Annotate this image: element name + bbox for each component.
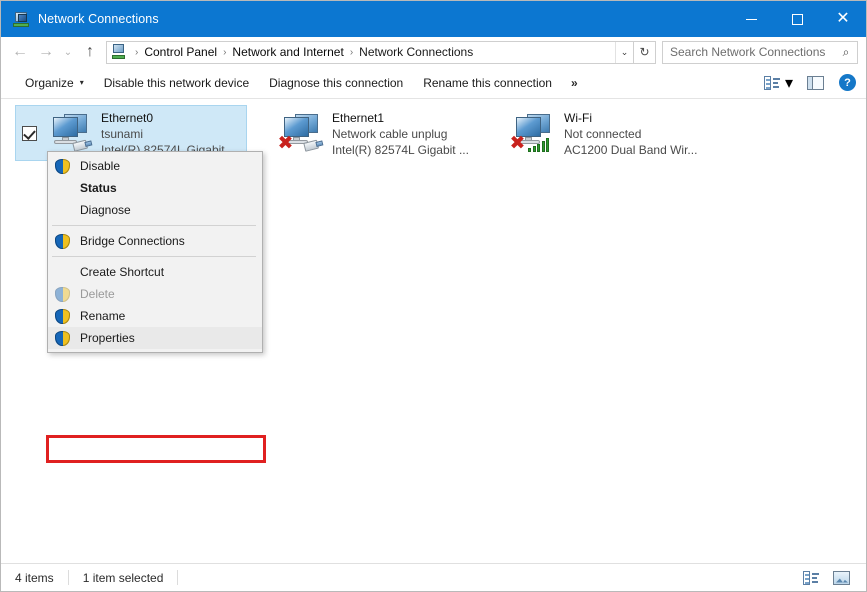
list-item-text: Wi-Fi Not connected AC1200 Dual Band Wir…: [564, 108, 705, 158]
ethernet-connected-icon: [46, 111, 96, 155]
search-icon: ⌕: [835, 45, 857, 60]
change-view-button[interactable]: ▾: [758, 69, 799, 97]
item-count-label: 4 items: [15, 571, 54, 585]
chevron-down-icon[interactable]: ⌄: [615, 42, 633, 63]
status-divider: [177, 570, 178, 585]
breadcrumb-separator: ›: [347, 47, 356, 58]
menu-item-label: Rename: [80, 309, 125, 323]
organize-button[interactable]: Organize ▾: [15, 72, 94, 94]
menu-item-label: Bridge Connections: [80, 234, 185, 248]
breadcrumb-separator: ›: [220, 47, 229, 58]
forward-button[interactable]: →: [33, 39, 59, 65]
list-item-text: Ethernet1 Network cable unplug Intel(R) …: [332, 108, 473, 158]
up-button[interactable]: ↑: [77, 39, 103, 65]
breadcrumb-item-network-connections[interactable]: Network Connections: [356, 45, 476, 59]
maximize-icon: [792, 14, 803, 25]
organize-label: Organize: [25, 76, 74, 90]
details-view-button[interactable]: [799, 568, 823, 588]
content-area: Ethernet0 tsunami Intel(R) 82574L Gigabi…: [1, 99, 866, 563]
details-view-icon: [803, 571, 819, 585]
menu-separator: [52, 225, 256, 226]
maximize-button[interactable]: [774, 1, 820, 37]
connection-status: tsunami: [101, 126, 240, 142]
error-x-icon: ✖: [509, 135, 526, 152]
diagnose-connection-button[interactable]: Diagnose this connection: [259, 72, 413, 94]
menu-item-delete: Delete: [48, 283, 262, 305]
connection-status: Network cable unplug: [332, 126, 473, 142]
recent-locations-button[interactable]: ⌄: [59, 39, 77, 65]
context-menu: Disable Status Diagnose Bridge Connectio…: [47, 151, 263, 353]
explorer-window: Network Connections ✕ ← → ⌄ ↑ › Control …: [0, 0, 867, 592]
command-bar-right: ▾ ?: [758, 69, 866, 97]
connection-name: Ethernet1: [332, 110, 473, 126]
menu-separator: [52, 256, 256, 257]
breadcrumb[interactable]: › Control Panel › Network and Internet ›…: [106, 41, 634, 64]
shield-icon: [55, 159, 70, 174]
connection-device: AC1200 Dual Band Wir...: [564, 142, 705, 158]
breadcrumb-separator: ›: [132, 47, 141, 58]
error-x-icon: ✖: [277, 135, 294, 152]
menu-item-label: Status: [80, 181, 117, 195]
minimize-icon: [746, 19, 757, 20]
connection-status: Not connected: [564, 126, 705, 142]
breadcrumb-folder-icon: [111, 44, 127, 60]
breadcrumb-item-network-and-internet[interactable]: Network and Internet: [229, 45, 346, 59]
window-title: Network Connections: [38, 12, 159, 26]
back-button[interactable]: ←: [7, 39, 33, 65]
shield-icon: [55, 287, 70, 302]
chevron-down-icon: ▾: [785, 73, 793, 93]
status-bar-view-buttons: [799, 568, 866, 588]
close-button[interactable]: ✕: [820, 1, 866, 37]
close-icon: ✕: [836, 11, 849, 27]
connection-name: Wi-Fi: [564, 110, 705, 126]
menu-item-create-shortcut[interactable]: Create Shortcut: [48, 261, 262, 283]
search-box[interactable]: Search Network Connections ⌕: [662, 41, 858, 64]
wifi-disconnected-icon: ✖: [509, 111, 559, 155]
window-controls: ✕: [728, 1, 866, 37]
details-view-icon: [764, 76, 780, 90]
list-item[interactable]: ✖ Ethernet1 Network cable unplug Intel(R…: [247, 105, 479, 161]
command-bar: Organize ▾ Disable this network device D…: [1, 67, 866, 99]
network-connections-icon: [13, 11, 29, 27]
toolbar-overflow-button[interactable]: »: [562, 72, 587, 94]
menu-item-label: Disable: [80, 159, 120, 173]
status-bar: 4 items 1 item selected: [1, 563, 866, 591]
menu-item-bridge-connections[interactable]: Bridge Connections: [48, 230, 262, 252]
large-icons-view-button[interactable]: [829, 568, 854, 588]
selection-label: 1 item selected: [83, 571, 164, 585]
minimize-button[interactable]: [728, 1, 774, 37]
title-bar: Network Connections ✕: [1, 1, 866, 37]
menu-item-label: Create Shortcut: [80, 265, 164, 279]
menu-item-label: Delete: [80, 287, 115, 301]
menu-item-diagnose[interactable]: Diagnose: [48, 199, 262, 221]
menu-item-rename[interactable]: Rename: [48, 305, 262, 327]
menu-item-status[interactable]: Status: [48, 177, 262, 199]
connection-name: Ethernet0: [101, 110, 240, 126]
menu-item-label: Properties: [80, 331, 135, 345]
chevron-down-icon: ▾: [80, 78, 84, 87]
item-checkbox[interactable]: [22, 126, 37, 141]
menu-item-properties[interactable]: Properties: [48, 327, 262, 349]
shield-icon: [55, 331, 70, 346]
large-icons-view-icon: [833, 571, 850, 585]
properties-highlight-annotation: [46, 435, 266, 463]
list-item[interactable]: ✖ Wi-Fi Not connected AC1200 Dual Band W…: [479, 105, 711, 161]
status-divider: [68, 570, 69, 585]
search-input[interactable]: Search Network Connections: [663, 45, 835, 59]
breadcrumb-item-control-panel[interactable]: Control Panel: [141, 45, 220, 59]
refresh-button[interactable]: ↻: [634, 41, 656, 64]
rename-connection-button[interactable]: Rename this connection: [413, 72, 562, 94]
address-bar: ← → ⌄ ↑ › Control Panel › Network and In…: [1, 37, 866, 67]
menu-item-disable[interactable]: Disable: [48, 155, 262, 177]
preview-pane-button[interactable]: [801, 72, 830, 94]
help-button[interactable]: ?: [839, 74, 856, 91]
signal-bars-icon: [528, 137, 550, 152]
shield-icon: [55, 309, 70, 324]
shield-icon: [55, 234, 70, 249]
preview-pane-icon: [807, 76, 824, 90]
menu-item-label: Diagnose: [80, 203, 131, 217]
ethernet-unplugged-icon: ✖: [277, 111, 327, 155]
disable-network-device-button[interactable]: Disable this network device: [94, 72, 259, 94]
connection-device: Intel(R) 82574L Gigabit ...: [332, 142, 473, 158]
